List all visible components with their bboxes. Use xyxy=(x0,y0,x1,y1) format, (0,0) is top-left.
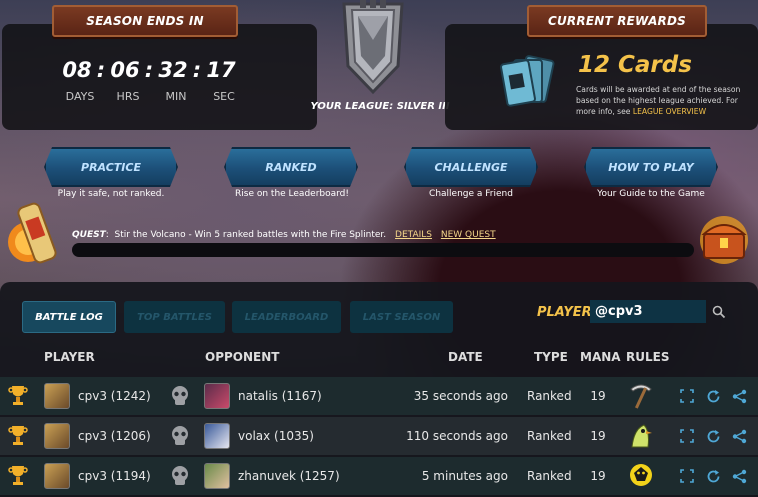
table-row[interactable]: cpv3 (1206) volax (1035) 110 seconds ago… xyxy=(0,417,758,455)
table-row[interactable]: cpv3 (1194) zhanuvek (1257) 5 minutes ag… xyxy=(0,457,758,495)
quest-scroll-icon[interactable] xyxy=(6,200,64,270)
opponent-avatar xyxy=(204,457,232,495)
quest-label: QUEST xyxy=(72,230,106,240)
battle-mana: 19 xyxy=(590,469,606,483)
battle-date: 110 seconds ago xyxy=(406,429,508,443)
trophy-icon xyxy=(8,457,28,495)
skull-icon xyxy=(170,417,194,455)
battle-type: Ranked xyxy=(527,429,572,443)
battle-details-icon[interactable] xyxy=(680,457,696,495)
column-date: DATE xyxy=(448,350,483,364)
column-rules: RULES xyxy=(626,350,670,364)
creature-rule-icon[interactable] xyxy=(628,457,660,495)
challenge-button[interactable]: CHALLENGE xyxy=(404,147,538,187)
share-icon[interactable] xyxy=(732,457,750,495)
timer-label-minutes: MIN xyxy=(165,90,187,103)
player-search-input[interactable] xyxy=(590,300,706,323)
quest-colon: : xyxy=(105,230,109,240)
share-icon[interactable] xyxy=(732,377,750,415)
search-icon[interactable] xyxy=(712,305,726,319)
timer-days: 08 xyxy=(62,58,92,82)
opponent-name[interactable]: volax (1035) xyxy=(238,417,314,455)
current-rewards-banner: CURRENT REWARDS xyxy=(527,5,707,37)
column-type: TYPE xyxy=(534,350,568,364)
treasure-chest-icon[interactable] xyxy=(696,214,752,264)
cards-icon xyxy=(500,55,555,107)
battle-mana: 19 xyxy=(590,429,606,443)
league-label: YOUR LEAGUE: SILVER III xyxy=(310,101,450,112)
ranked-button[interactable]: RANKED xyxy=(224,147,358,187)
practice-button[interactable]: PRACTICE xyxy=(44,147,178,187)
avatar xyxy=(44,417,72,455)
timer-hours: 06 xyxy=(110,58,140,82)
battle-type: Ranked xyxy=(527,389,572,403)
column-player: PLAYER xyxy=(44,350,95,364)
avatar xyxy=(44,377,72,415)
reward-description: Cards will be awarded at end of the seas… xyxy=(576,84,754,117)
battle-date: 5 minutes ago xyxy=(421,469,508,483)
column-opponent: OPPONENT xyxy=(205,350,280,364)
challenge-subtitle: Challenge a Friend xyxy=(429,189,513,199)
quest-progress-bar xyxy=(72,243,694,257)
player-name[interactable]: cpv3 (1206) xyxy=(78,417,151,455)
player-name[interactable]: cpv3 (1242) xyxy=(78,377,151,415)
battle-mana: 19 xyxy=(590,389,606,403)
timer-label-seconds: SEC xyxy=(213,90,235,103)
opponent-name[interactable]: natalis (1167) xyxy=(238,377,322,415)
reward-cards-count: 12 Cards xyxy=(578,52,692,78)
quest-line: QUEST: Stir the Volcano - Win 5 ranked b… xyxy=(72,230,496,240)
replay-icon[interactable] xyxy=(706,457,722,495)
timer-labels: DAYS HRS MIN SEC xyxy=(56,90,248,103)
timer-separator: : xyxy=(96,58,106,82)
new-quest-link[interactable]: NEW QUEST xyxy=(441,230,496,240)
skull-icon xyxy=(170,457,194,495)
opponent-avatar xyxy=(204,377,232,415)
skull-icon xyxy=(170,377,194,415)
league-overview-link[interactable]: LEAGUE OVERVIEW xyxy=(633,107,706,116)
opponent-name[interactable]: zhanuvek (1257) xyxy=(238,457,340,495)
battle-details-icon[interactable] xyxy=(680,377,696,415)
battle-date: 35 seconds ago xyxy=(413,389,508,403)
battle-details-icon[interactable] xyxy=(680,417,696,455)
timer-separator: : xyxy=(144,58,154,82)
quest-details-link[interactable]: DETAILS xyxy=(395,230,432,240)
trophy-icon xyxy=(8,377,28,415)
how-to-play-subtitle: Your Guide to the Game xyxy=(597,189,705,199)
bird-rule-icon[interactable] xyxy=(628,417,660,455)
battle-type: Ranked xyxy=(527,469,572,483)
quest-text: Stir the Volcano - Win 5 ranked battles … xyxy=(114,230,387,240)
replay-icon[interactable] xyxy=(706,417,722,455)
column-mana: MANA xyxy=(580,350,621,364)
ranked-subtitle: Rise on the Leaderboard! xyxy=(235,189,349,199)
tab-leaderboard[interactable]: LEADERBOARD xyxy=(232,301,341,333)
timer-minutes: 32 xyxy=(158,58,188,82)
tab-battle-log[interactable]: BATTLE LOG xyxy=(22,301,116,333)
player-search-label: PLAYER: xyxy=(537,305,597,320)
how-to-play-button[interactable]: HOW TO PLAY xyxy=(584,147,718,187)
player-name[interactable]: cpv3 (1194) xyxy=(78,457,151,495)
pickaxe-rule-icon[interactable] xyxy=(628,377,660,415)
season-ends-banner: SEASON ENDS IN xyxy=(52,5,238,37)
trophy-icon xyxy=(8,417,28,455)
league-shield-icon xyxy=(342,0,404,95)
opponent-avatar xyxy=(204,417,232,455)
replay-icon[interactable] xyxy=(706,377,722,415)
timer-label-days: DAYS xyxy=(65,90,95,103)
practice-subtitle: Play it safe, not ranked. xyxy=(57,189,165,199)
timer-label-hours: HRS xyxy=(116,90,140,103)
timer-separator: : xyxy=(192,58,202,82)
tab-top-battles[interactable]: TOP BATTLES xyxy=(124,301,225,333)
season-timer: 08 : 06 : 32 : 17 xyxy=(60,58,238,82)
timer-seconds: 17 xyxy=(206,58,236,82)
avatar xyxy=(44,457,72,495)
tab-last-season[interactable]: LAST SEASON xyxy=(350,301,453,333)
table-row[interactable]: cpv3 (1242) natalis (1167) 35 seconds ag… xyxy=(0,377,758,415)
share-icon[interactable] xyxy=(732,417,750,455)
